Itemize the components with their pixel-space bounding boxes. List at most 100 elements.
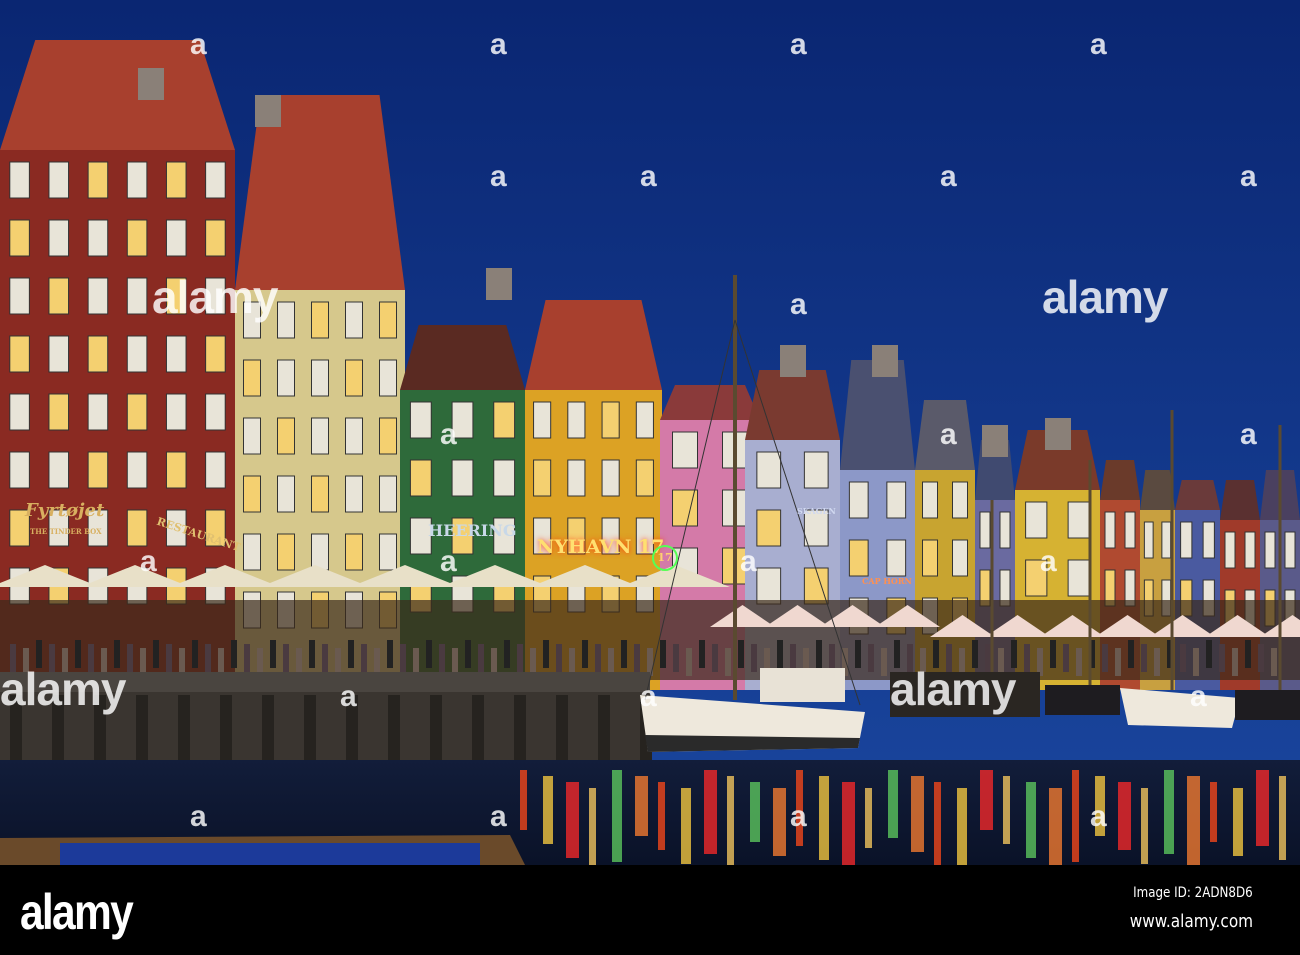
person (400, 644, 406, 672)
watermark-mark: a (790, 288, 807, 321)
window (1161, 521, 1172, 559)
window (952, 539, 968, 577)
person (881, 648, 887, 676)
window (1067, 559, 1090, 597)
watermark-logo: alamy (152, 271, 278, 323)
reflection (819, 776, 829, 860)
watermark-mark: a (140, 545, 157, 578)
reflection (612, 770, 622, 862)
nyhavn-harbour-photo (0, 0, 1300, 865)
reflection (773, 788, 786, 856)
reflection (635, 776, 648, 836)
sign-fyrtojet: Fyrtøjet (25, 500, 105, 521)
window (277, 301, 295, 339)
person (751, 644, 757, 672)
watermark-logo: alamy (890, 663, 1016, 715)
watermark-mark: a (490, 28, 507, 61)
person (1258, 644, 1264, 672)
reflection (1049, 788, 1062, 865)
window (87, 161, 109, 199)
building (0, 40, 235, 690)
watermark-mark: a (790, 28, 807, 61)
tour-boat-foreground (0, 835, 525, 865)
watermark-mark: a (440, 545, 457, 578)
window (87, 335, 109, 373)
window (205, 393, 226, 431)
window (1180, 521, 1193, 559)
window (567, 459, 586, 497)
pile (178, 695, 190, 765)
watermark-mark: a (1090, 800, 1107, 833)
window (803, 567, 829, 605)
window (952, 481, 968, 519)
person (868, 644, 874, 672)
window (886, 539, 907, 577)
window (979, 511, 991, 549)
reflection (1141, 788, 1148, 864)
window (1143, 521, 1154, 559)
window (48, 219, 70, 257)
person (296, 648, 302, 676)
person (1076, 648, 1082, 676)
watermark-mark: a (1240, 418, 1257, 451)
image-id: Image ID: 2ADN8D6 (1133, 885, 1253, 901)
watermark-mark: a (1090, 28, 1107, 61)
person (517, 644, 523, 672)
window (345, 301, 363, 339)
reflection (957, 788, 967, 865)
person (1193, 648, 1199, 676)
person (218, 648, 224, 676)
window (311, 417, 329, 455)
window (205, 335, 226, 373)
pile (514, 695, 526, 765)
person (1206, 640, 1212, 668)
window (409, 459, 432, 497)
window (379, 359, 397, 397)
sign-nyhavn-17: NYHAVN 17 (537, 536, 665, 558)
person (140, 648, 146, 676)
reflection (1233, 788, 1243, 856)
window (1025, 501, 1048, 539)
person (374, 648, 380, 676)
window (48, 451, 70, 489)
window (87, 393, 109, 431)
window (635, 401, 654, 439)
person (1128, 640, 1134, 668)
site-url[interactable]: www.alamy.com (1130, 911, 1253, 932)
window (9, 335, 30, 373)
reflection (1072, 770, 1079, 862)
window (48, 393, 70, 431)
person (673, 644, 679, 672)
reflection (1210, 782, 1217, 842)
reflection (1187, 776, 1200, 865)
window (126, 393, 148, 431)
person (595, 644, 601, 672)
person (608, 648, 614, 676)
window (672, 431, 698, 469)
window (87, 277, 109, 315)
person (634, 644, 640, 672)
window (48, 277, 70, 315)
window (1224, 531, 1236, 569)
person (725, 648, 731, 676)
window (87, 451, 109, 489)
sign-tinderbox: THE TINDER BOX (30, 527, 102, 536)
window (205, 451, 226, 489)
person (686, 648, 692, 676)
person (1037, 648, 1043, 676)
reflection (704, 770, 717, 854)
window (165, 219, 187, 257)
window (601, 459, 620, 497)
watermark-mark: a (1040, 545, 1057, 578)
reflection (727, 776, 734, 865)
chimney (780, 345, 806, 377)
watermark-mark: a (1190, 680, 1207, 713)
pile (388, 695, 400, 765)
window (277, 359, 295, 397)
person (582, 640, 588, 668)
window (379, 301, 397, 339)
watermark-mark: a (740, 545, 757, 578)
window (126, 277, 148, 315)
window (999, 511, 1011, 549)
window (48, 335, 70, 373)
